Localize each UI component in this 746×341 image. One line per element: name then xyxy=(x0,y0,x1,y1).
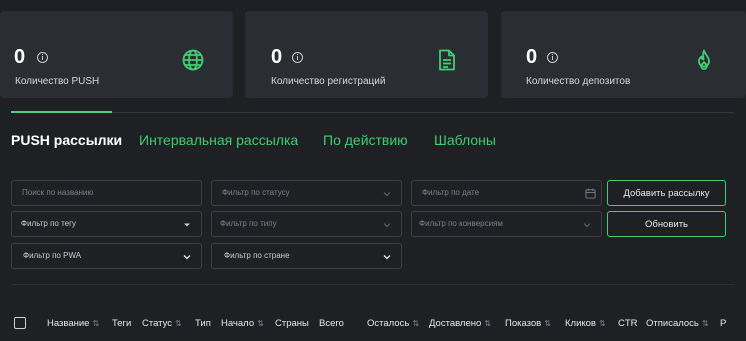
conversion-filter-select[interactable]: Фильтр по конверсиям xyxy=(411,211,602,237)
column-header-total: Всего xyxy=(319,318,344,329)
tabs-divider xyxy=(11,112,734,113)
info-icon[interactable] xyxy=(37,52,48,63)
chevron-down-icon xyxy=(583,223,591,228)
column-header-type: Тип xyxy=(195,318,211,329)
caret-down-icon xyxy=(184,223,190,227)
column-header-impressions[interactable]: Показов ⇅ xyxy=(505,318,551,329)
column-header-delivered[interactable]: Доставлено ⇅ xyxy=(429,318,491,329)
globe-icon xyxy=(182,49,204,71)
stat-value: 0 xyxy=(526,46,538,68)
column-header-clicks[interactable]: Кликов ⇅ xyxy=(565,318,606,329)
stat-caption: Количество депозитов xyxy=(526,76,631,87)
info-icon[interactable] xyxy=(292,52,303,63)
search-input[interactable]: Поиск по названию xyxy=(11,180,202,206)
pwa-filter-select[interactable]: Фильтр по PWA xyxy=(11,243,202,269)
pwa-placeholder: Фильтр по PWA xyxy=(23,251,82,260)
active-tab-indicator xyxy=(11,111,112,113)
info-icon[interactable] xyxy=(547,52,558,63)
column-header-truncated: Р xyxy=(720,318,727,329)
status-placeholder: Фильтр по статусу xyxy=(222,188,290,197)
type-placeholder: Фильтр по типу xyxy=(220,219,277,228)
column-header-countries: Страны xyxy=(275,318,309,329)
tab-action[interactable]: По действию xyxy=(323,132,408,148)
stat-caption: Количество регистраций xyxy=(271,76,386,87)
stat-caption: Количество PUSH xyxy=(15,76,100,87)
conversion-placeholder: Фильтр по конверсиям xyxy=(419,219,503,228)
select-all-checkbox[interactable] xyxy=(14,317,26,329)
column-header-start[interactable]: Начало ⇅ xyxy=(221,318,264,329)
chevron-down-icon xyxy=(183,255,191,260)
sort-icon[interactable]: ⇅ xyxy=(484,319,491,328)
column-header-ctr: CTR xyxy=(618,318,638,329)
chevron-down-icon xyxy=(383,223,391,228)
section-divider xyxy=(11,284,734,285)
stat-card-registrations: 0 Количество регистраций xyxy=(245,11,488,98)
refresh-button[interactable]: Обновить xyxy=(607,211,726,237)
flame-icon xyxy=(698,49,710,70)
sort-icon[interactable]: ⇅ xyxy=(92,319,99,328)
sort-icon[interactable]: ⇅ xyxy=(599,319,606,328)
stat-card-push: 0 Количество PUSH xyxy=(0,11,233,98)
sort-icon[interactable]: ⇅ xyxy=(412,319,419,328)
sort-icon[interactable]: ⇅ xyxy=(257,319,264,328)
column-header-remaining[interactable]: Осталось ⇅ xyxy=(367,318,419,329)
stat-value: 0 xyxy=(14,46,26,68)
add-mailing-button[interactable]: Добавить рассылку xyxy=(607,180,726,206)
tab-push[interactable]: PUSH рассылки xyxy=(11,132,122,148)
stat-card-deposits: 0 Количество депозитов xyxy=(501,11,746,98)
sort-icon[interactable]: ⇅ xyxy=(175,319,182,328)
chevron-down-icon xyxy=(383,255,391,260)
sort-icon[interactable]: ⇅ xyxy=(702,319,709,328)
type-filter-select[interactable]: Фильтр по типу xyxy=(211,211,402,237)
chevron-down-icon xyxy=(383,192,391,197)
tag-placeholder: Фильтр по тегу xyxy=(21,219,77,228)
tag-filter-select[interactable]: Фильтр по тегу xyxy=(11,211,202,237)
status-filter-select[interactable]: Фильтр по статусу xyxy=(211,180,402,206)
column-header-status[interactable]: Статус ⇅ xyxy=(142,318,182,329)
tab-interval[interactable]: Интервальная рассылка xyxy=(139,132,298,148)
column-header-name[interactable]: Название ⇅ xyxy=(47,318,99,329)
date-placeholder: Фильтр по дате xyxy=(422,188,480,197)
stat-value: 0 xyxy=(271,46,283,68)
search-placeholder: Поиск по названию xyxy=(22,188,94,197)
calendar-icon[interactable] xyxy=(585,188,596,199)
sort-icon[interactable]: ⇅ xyxy=(544,319,551,328)
date-filter-input[interactable]: Фильтр по дате xyxy=(411,180,602,206)
column-header-unsubscribed[interactable]: Отписалось ⇅ xyxy=(646,318,709,329)
column-header-tags: Теги xyxy=(112,318,132,329)
country-filter-select[interactable]: Фильтр по стране xyxy=(211,243,402,269)
tab-templates[interactable]: Шаблоны xyxy=(434,132,496,148)
document-icon xyxy=(439,49,455,71)
country-placeholder: Фильтр по стране xyxy=(224,251,290,260)
